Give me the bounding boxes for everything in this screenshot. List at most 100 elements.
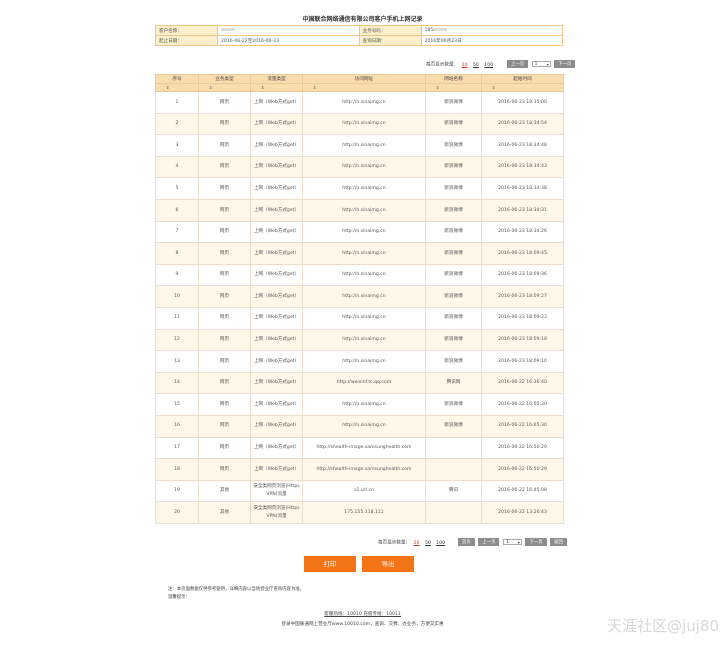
cell-site-name: 新浪微博 (425, 306, 482, 330)
col-header-index[interactable]: 序号 (155, 74, 199, 84)
cell-service-type: 网页 (198, 198, 251, 222)
sort-icon[interactable]: ⇕ (250, 83, 303, 92)
cell-traffic-type: 上网（Web方式get） (250, 91, 303, 114)
cell-url: s1.url.cn (302, 479, 426, 503)
next-page-button[interactable]: 下一页 (525, 538, 547, 546)
cell-start-time: 2016-06-22 13:26:43 (481, 501, 564, 524)
cell-url: http://n.sinaimg.cn (302, 242, 426, 265)
page-size-20-link[interactable]: 20 (414, 541, 420, 546)
page-select[interactable]: 1 ▾ (531, 61, 551, 67)
cell-url: http://n.sinaimg.cn (302, 414, 426, 438)
cell-start-time: 2016-06-23 18:09:36 (481, 263, 564, 287)
masked-value (433, 28, 448, 31)
sort-icon[interactable]: ⇕ (481, 83, 564, 92)
back-button[interactable]: 返回 (550, 538, 567, 546)
cell-index: 11 (155, 306, 199, 330)
cell-url: http://n.sinaimg.cn (302, 285, 426, 308)
col-header-url[interactable]: 访问网址 (302, 74, 426, 84)
prev-page-button[interactable]: 上一页 (478, 538, 500, 546)
cell-start-time: 2016-06-23 18:34:54 (481, 112, 564, 136)
print-button[interactable]: 打印 (304, 556, 356, 572)
note-text: 注：本页面数据仅供参考使用，详细内容以当地营业厅查询内容为准。 (168, 587, 305, 592)
cell-site-name (425, 436, 482, 460)
sort-icon[interactable]: ⇕ (155, 83, 199, 92)
cell-service-type: 其他 (198, 479, 251, 503)
cell-index: 8 (155, 242, 199, 265)
cell-traffic-type: 上网（Web方式get） (250, 134, 303, 157)
phone-number-label: 业务号码： (358, 25, 422, 36)
cell-url: http://n.sinaimg.cn (302, 177, 426, 200)
cell-site-name: 新浪微博 (425, 263, 482, 287)
cell-index: 9 (155, 263, 199, 287)
table-row: 17 网页 上网（Web方式get） http://shealth-image.sam… (155, 436, 564, 460)
cell-site-name: 腾讯 (425, 479, 482, 503)
table-row: 18 网页 上网（Web方式get） http://shealth-image.sam… (155, 458, 564, 481)
table-row: 12 网页 上网（Web方式get） http://n.sinaimg.cn 新浪微博 2… (155, 328, 564, 352)
table-row: 7 网页 上网（Web方式get） http://n.sinaimg.cn 新浪微博 20… (155, 220, 564, 244)
cell-index: 10 (155, 285, 199, 308)
sort-icon[interactable]: ⇕ (302, 83, 426, 92)
page-size-20-link[interactable]: 20 (462, 63, 468, 68)
cell-traffic-type: 上网（Web方式get） (250, 198, 303, 222)
cell-index: 7 (155, 220, 199, 244)
table-row: 20 其他 安全类网页浏览(Https VPN)流量 175.155.118.111 2… (155, 501, 564, 524)
page-select[interactable]: 1 ▾ (502, 539, 522, 545)
cell-traffic-type: 上网（Web方式get） (250, 220, 303, 244)
cell-index: 4 (155, 155, 199, 179)
cell-site-name: 腾讯网 (425, 371, 482, 395)
page-size-100-link[interactable]: 100 (484, 63, 493, 68)
customer-name-value (217, 25, 360, 36)
cell-site-name: 新浪微博 (425, 155, 482, 179)
page-size-100-link[interactable]: 100 (436, 541, 445, 546)
page-size-label: 每页显示数量： (378, 540, 411, 546)
cell-url: http://n.sinaimg.cn (302, 198, 426, 222)
cell-url: 175.155.118.111 (302, 501, 426, 524)
cell-url: http://n.sinaimg.cn (302, 393, 426, 416)
next-page-button[interactable]: 下一页 (554, 60, 576, 68)
cell-start-time: 2016-06-22 16:36:40 (481, 371, 564, 395)
table-row: 9 网页 上网（Web方式get） http://n.sinaimg.cn 新浪微博 20… (155, 263, 564, 287)
cell-service-type: 网页 (198, 350, 251, 373)
query-date-value: 2016年06月23日 (420, 35, 563, 46)
prev-page-button[interactable]: 上一页 (507, 60, 529, 68)
cell-url: http://n.sinaimg.cn (302, 350, 426, 373)
sort-icon[interactable]: ⇕ (198, 83, 251, 92)
cell-service-type: 网页 (198, 306, 251, 330)
cell-service-type: 其他 (198, 501, 251, 524)
customer-info-table: 客户名称： 业务号码： 185 起止日期： 2016-06-22至2016-06… (155, 25, 563, 46)
cell-site-name: 新浪微博 (425, 220, 482, 244)
table-row: 13 网页 上网（Web方式get） http://n.sinaimg.cn 新浪微博 2… (155, 350, 564, 373)
cell-url: http://n.sinaimg.cn (302, 112, 426, 136)
cell-index: 16 (155, 414, 199, 438)
cell-site-name: 新浪微博 (425, 91, 482, 114)
first-page-button[interactable]: 首页 (458, 538, 475, 546)
sort-icon[interactable]: ⇕ (425, 83, 482, 92)
cell-service-type: 网页 (198, 220, 251, 244)
page-size-50-link[interactable]: 50 (425, 541, 431, 546)
table-row: 6 网页 上网（Web方式get） http://n.sinaimg.cn 新浪微博 20… (155, 198, 564, 222)
cell-start-time: 2016-06-23 18:09:23 (481, 306, 564, 330)
col-header-site-name[interactable]: 网站名称 (425, 74, 482, 84)
cell-traffic-type: 上网（Web方式get） (250, 263, 303, 287)
table-row: 4 网页 上网（Web方式get） http://n.sinaimg.cn 新浪微博 20… (155, 155, 564, 179)
cell-traffic-type: 安全类网页浏览(Https VPN)流量 (250, 479, 303, 503)
col-header-service-type[interactable]: 业务类型 (198, 74, 251, 84)
chevron-down-icon: ▾ (546, 62, 549, 67)
cell-traffic-type: 安全类网页浏览(Https VPN)流量 (250, 501, 303, 524)
bottom-pager: 每页显示数量： 20 50 100 首页 上一页 1 ▾ 下一页 返回 (378, 538, 567, 546)
page-size-50-link[interactable]: 50 (473, 63, 479, 68)
col-header-traffic-type[interactable]: 流量类型 (250, 74, 303, 84)
cell-url: http://n.sinaimg.cn (302, 306, 426, 330)
cell-start-time: 2016-06-23 18:34:31 (481, 198, 564, 222)
tip-text: 温馨提示： (168, 595, 190, 600)
table-row: 10 网页 上网（Web方式get） http://n.sinaimg.cn 新浪微博 2… (155, 285, 564, 308)
page-title: 中国联合网络通信有限公司客户手机上网记录 (302, 16, 423, 23)
customer-name-label: 客户名称： (155, 25, 218, 36)
cell-service-type: 网页 (198, 371, 251, 395)
chevron-down-icon: ▾ (517, 540, 520, 545)
watermark-text: 天涯社区@juj80 (607, 617, 719, 635)
export-button[interactable]: 导出 (362, 556, 414, 572)
col-header-start-time[interactable]: 起始时间 (481, 74, 564, 84)
cell-start-time: 2016-06-22 16:50:29 (481, 458, 564, 481)
cell-service-type: 网页 (198, 91, 251, 114)
